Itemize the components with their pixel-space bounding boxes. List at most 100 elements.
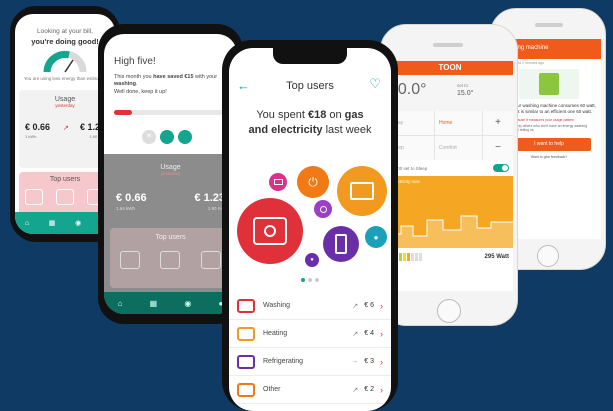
energy-note: You are using less energy than estimated — [23, 76, 107, 81]
washing-bubble[interactable] — [237, 198, 303, 264]
radiator-icon — [350, 182, 374, 200]
top-users-card[interactable]: Top users — [110, 228, 231, 288]
list-item[interactable]: Washing ↗ € 6 › — [229, 292, 391, 320]
increase-button[interactable]: + — [483, 111, 513, 135]
wifi-icon[interactable]: ◉ — [75, 219, 81, 227]
heart-icon[interactable]: ♡ — [369, 76, 381, 92]
greeting-line1: Looking at your bill, — [36, 28, 93, 35]
home-button[interactable] — [437, 299, 461, 323]
temperature-panel: 20.0° set to 15.0° — [387, 75, 513, 111]
plug-icon — [237, 382, 255, 397]
msg-part: . — [136, 81, 138, 88]
light-bubble[interactable]: ● — [365, 226, 387, 248]
home-icon[interactable]: ⌂ — [118, 299, 123, 308]
sleep-row: 23:00 set to Sleep — [387, 160, 513, 176]
mode-home[interactable]: Home — [435, 111, 482, 135]
set-label: set to — [457, 83, 469, 88]
list-item[interactable]: Refrigerating → € 3 › — [229, 348, 391, 376]
phone-thermostat: TOON 20.0° set to 15.0° Away Home + Slee… — [380, 24, 518, 326]
home-icon[interactable]: ⌂ — [25, 220, 29, 227]
usage-sub: yesterday — [160, 171, 181, 176]
list-item-label: Washing — [263, 302, 290, 309]
list-item-label: Refrigerating — [263, 358, 304, 365]
trend-icon: ↗ — [352, 302, 359, 310]
trend-icon: → — [351, 358, 359, 365]
device-icon: ● — [310, 257, 314, 263]
wifi-icon[interactable]: ◉ — [184, 299, 191, 308]
usage-electric-value: € 0.66 — [116, 192, 147, 204]
refrigerating-bubble[interactable] — [323, 226, 359, 262]
set-temperature: 15.0° — [457, 90, 474, 97]
power-row: 295 Watt — [387, 248, 513, 266]
trend-icon: ↗ — [352, 330, 359, 338]
toggle-knob — [502, 165, 508, 171]
tv-bubble[interactable] — [269, 173, 287, 191]
mode-comfort[interactable]: Comfort — [435, 136, 482, 160]
grid-icon[interactable]: ▦ — [150, 299, 158, 308]
usage-electric-unit: 1.64 kWh — [116, 206, 136, 211]
plug-bubble[interactable]: ⏻ — [297, 166, 329, 198]
chevron-right-icon: › — [380, 300, 383, 311]
washing-machine-icon — [237, 298, 255, 313]
appliance-bubble[interactable] — [314, 200, 332, 218]
document-icon[interactable] — [160, 130, 174, 144]
home-button[interactable] — [537, 245, 559, 267]
spend-text: on — [326, 109, 345, 121]
tv-icon — [273, 179, 283, 185]
trend-up-icon: ↗ — [63, 125, 69, 132]
appliance-icon — [319, 205, 327, 213]
app-brand: TOON — [387, 61, 513, 75]
washing-machine-icon — [120, 251, 141, 269]
page-title: Top users — [286, 80, 334, 92]
list-item[interactable]: Heating ↗ € 4 › — [229, 320, 391, 348]
spend-gas: gas — [344, 109, 364, 121]
heating-bubble[interactable] — [337, 166, 387, 216]
washing-machine-icon — [25, 189, 44, 205]
top-users-title: Top users — [155, 234, 186, 241]
help-button[interactable]: I want to help — [507, 138, 591, 152]
msg-encourage: Well done, keep it up! — [114, 88, 167, 95]
spend-electricity: and electricity — [248, 123, 323, 136]
usage-electric-value: € 0.66 — [25, 122, 51, 132]
msg-saved: have saved €15 — [153, 74, 194, 80]
list-item[interactable]: Other ↗ € 2 › — [229, 376, 391, 404]
chevron-right-icon: › — [380, 328, 383, 339]
phone-top-users: ← Top users ♡ You spent €18 on gas and e… — [222, 40, 398, 411]
phone-screen: High five! This month you have saved €15… — [104, 34, 237, 314]
grid-icon[interactable]: ▦ — [49, 219, 56, 227]
spend-text: You spent — [256, 109, 308, 121]
washing-illustration — [519, 69, 579, 99]
radiator-icon — [55, 189, 74, 205]
speaker — [433, 43, 463, 47]
savings-message: This month you have saved €15 with your … — [114, 74, 227, 96]
electricity-graph: Electricity now — [387, 176, 513, 248]
usage-chart — [387, 215, 513, 248]
usage-gas-unit: 1.90 m³ — [207, 206, 223, 211]
program-toggle[interactable] — [493, 164, 509, 172]
savings-progress-fill — [114, 110, 132, 115]
fridge-icon — [335, 234, 347, 254]
plug-icon: ⏻ — [308, 174, 318, 189]
decrease-button[interactable]: − — [483, 136, 513, 160]
list-item-label: Heating — [263, 330, 288, 337]
spend-summary: You spent €18 on gas and electricity las… — [237, 108, 383, 138]
close-icon[interactable]: ✕ — [142, 130, 156, 144]
msg-washing: washing — [114, 81, 137, 88]
radiator-icon — [160, 251, 181, 269]
list-item-label: Other — [263, 386, 281, 393]
small-bubble[interactable]: ● — [305, 253, 319, 267]
phone-screen: TOON 20.0° set to 15.0° Away Home + Slee… — [387, 61, 513, 291]
users-icon[interactable] — [178, 130, 192, 144]
usage-title: Usage — [160, 164, 181, 171]
gauge-icon — [43, 50, 87, 73]
list-item-value: € 3 — [364, 358, 374, 365]
washing-machine-icon — [253, 217, 287, 245]
list-item-value: € 2 — [364, 386, 374, 393]
spend-amount: €18 — [307, 109, 327, 121]
usage-gas-value: € 1.23 — [194, 192, 225, 204]
list-item-value: € 6 — [364, 302, 374, 309]
usage-electric-unit: 1 kWh — [25, 134, 37, 139]
phone-screen: ← Top users ♡ You spent €18 on gas and e… — [229, 48, 391, 411]
page-title: High five! — [114, 56, 156, 67]
bulb-icon: ● — [373, 232, 379, 242]
